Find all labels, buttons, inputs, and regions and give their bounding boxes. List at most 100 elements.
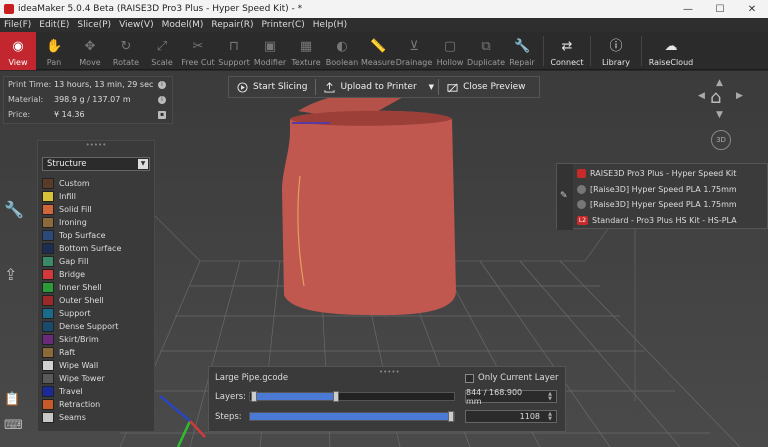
stepper-icon[interactable]: ▲ ▼ (546, 412, 554, 422)
legend-item: Bottom Surface (38, 242, 154, 255)
price-value: ¥ 14.36 (54, 110, 85, 119)
menu-file[interactable]: File(F) (0, 20, 35, 30)
export-tool[interactable]: ⇪ (4, 265, 17, 284)
steps-slider[interactable] (249, 411, 455, 422)
legend-label: Solid Fill (59, 205, 92, 214)
scale-button[interactable]: ⤢ Scale (144, 32, 180, 70)
move-button[interactable]: ✥ Move (72, 32, 108, 70)
legend-list: Custom Infill Solid Fill Ironing Top Surface… (38, 177, 154, 424)
nav-down-icon[interactable]: ▼ (716, 110, 723, 120)
texture-label: Texture (291, 58, 321, 67)
repair-button[interactable]: 🔧 Repair (504, 32, 540, 70)
modifier-button[interactable]: ▣ Modifier (252, 32, 288, 70)
material-row: Material: 398.9 g / 137.07 m i (4, 92, 172, 107)
minimize-button[interactable]: — (672, 0, 704, 18)
legend-label: Bridge (59, 270, 86, 279)
hollow-button[interactable]: ▢ Hollow (432, 32, 468, 70)
only-current-layer-checkbox[interactable] (465, 373, 474, 383)
upload-to-printer-button[interactable]: Upload to Printer (316, 76, 424, 98)
layers-value-field[interactable]: 844 / 168.900 mm ▲ ▼ (465, 388, 557, 406)
edit-strip[interactable]: ✎ (557, 164, 573, 230)
menu-edit[interactable]: Edit(E) (35, 20, 73, 30)
legend-item: Ironing (38, 216, 154, 229)
menu-help[interactable]: Help(H) (309, 20, 351, 30)
move-icon: ✥ (84, 39, 96, 54)
save-icon[interactable]: ▪ (158, 110, 166, 119)
panel-grip[interactable]: ••••• (38, 141, 154, 149)
texture-button[interactable]: ▦ Texture (288, 32, 324, 70)
steps-value: 1108 (519, 412, 540, 421)
filament-row-2[interactable]: [Raise3D] Hyper Speed PLA 1.75mm (573, 197, 767, 213)
pan-label: Pan (46, 58, 62, 67)
legend-label: Skirt/Brim (59, 335, 99, 344)
library-button[interactable]: ⓘ Library (594, 32, 638, 70)
axes-indicator (159, 395, 206, 447)
drainage-button[interactable]: ⊻ Drainage (395, 32, 433, 70)
clipboard-icon: 📋 (4, 392, 21, 407)
pencil-icon: ✎ (560, 191, 568, 201)
legend-type-dropdown[interactable]: Structure ▼ (42, 157, 150, 171)
filament-2: [Raise3D] Hyper Speed PLA 1.75mm (590, 200, 737, 210)
maximize-button[interactable]: ☐ (704, 0, 736, 18)
raisecloud-button[interactable]: ☁ RaiseCloud (645, 32, 697, 70)
layers-lower-handle[interactable] (251, 391, 258, 402)
keyboard-tool[interactable]: ⌨ (4, 418, 23, 433)
free-cut-button[interactable]: ✂ Free Cut (180, 32, 216, 70)
view-button[interactable]: ◉ View (0, 32, 36, 70)
toolbar-divider (543, 36, 544, 66)
legend-item: Wipe Wall (38, 359, 154, 372)
menu-model[interactable]: Model(M) (158, 20, 208, 30)
view-navigator[interactable]: ▲ ◀ ⌂ ▶ ▼ 3D (696, 78, 748, 150)
legend-label: Top Surface (59, 231, 106, 240)
only-current-layer-option[interactable]: Only Current Layer (465, 373, 559, 383)
nav-right-icon[interactable]: ▶ (736, 91, 743, 101)
layers-slider[interactable] (249, 391, 455, 402)
connect-button[interactable]: ⇄ Connect (547, 32, 587, 70)
title-bar: ideaMaker 5.0.4 Beta (RAISE3D Pro3 Plus … (0, 0, 768, 18)
panel-grip[interactable]: ••••• (379, 368, 400, 376)
wrench-tool[interactable]: 🔧 (4, 200, 24, 219)
printer-row[interactable]: RAISE3D Pro3 Plus - Hyper Speed Kit (573, 166, 767, 182)
filament-row-1[interactable]: [Raise3D] Hyper Speed PLA 1.75mm (573, 182, 767, 198)
clipboard-tool[interactable]: 📋 (4, 392, 20, 407)
menu-view[interactable]: View(V) (115, 20, 158, 30)
start-slicing-button[interactable]: Start Slicing (229, 76, 315, 98)
legend-swatch (42, 295, 54, 306)
legend-swatch (42, 282, 54, 293)
move-label: Move (79, 58, 101, 67)
drainage-label: Drainage (395, 58, 433, 67)
profile-row[interactable]: L2 Standard - Pro3 Plus HS Kit - HS-PLA (573, 213, 767, 229)
info-icon[interactable]: i (158, 80, 166, 89)
upload-dropdown-button[interactable]: ▼ (425, 76, 438, 98)
home-icon[interactable]: ⌂ (710, 87, 721, 108)
chevron-down-icon: ▼ (428, 83, 435, 91)
menu-printer[interactable]: Printer(C) (258, 20, 309, 30)
support-label: Support (218, 58, 250, 67)
profile-name: Standard - Pro3 Plus HS Kit - HS-PLA (592, 215, 737, 225)
legend-swatch (42, 191, 54, 202)
view-3d-button[interactable]: 3D (711, 130, 731, 150)
layers-label: Layers: (215, 392, 246, 402)
menu-slice[interactable]: Slice(P) (73, 20, 115, 30)
steps-value-field[interactable]: 1108 ▲ ▼ (465, 410, 557, 423)
measure-button[interactable]: 📏 Measure (360, 32, 396, 70)
legend-swatch (42, 204, 54, 215)
stepper-icon[interactable]: ▲ ▼ (546, 392, 554, 402)
nav-left-icon[interactable]: ◀ (698, 91, 705, 101)
layers-upper-handle[interactable] (332, 391, 339, 402)
close-preview-button[interactable]: Close Preview (439, 76, 533, 98)
close-button[interactable]: ✕ (736, 0, 768, 18)
info-icon[interactable]: i (158, 95, 166, 104)
duplicate-button[interactable]: ⧉ Duplicate (467, 32, 505, 70)
free-cut-label: Free Cut (181, 58, 215, 67)
support-button[interactable]: ⊓ Support (216, 32, 252, 70)
scale-label: Scale (151, 58, 173, 67)
legend-swatch (42, 217, 54, 228)
rotate-button[interactable]: ↻ Rotate (108, 32, 144, 70)
boolean-icon: ◐ (336, 39, 348, 54)
boolean-button[interactable]: ◐ Boolean (324, 32, 360, 70)
slice-action-bar: Start Slicing Upload to Printer ▼ Close … (228, 76, 540, 98)
steps-handle[interactable] (448, 411, 454, 422)
menu-repair[interactable]: Repair(R) (207, 20, 257, 30)
pan-button[interactable]: ✋ Pan (36, 32, 72, 70)
